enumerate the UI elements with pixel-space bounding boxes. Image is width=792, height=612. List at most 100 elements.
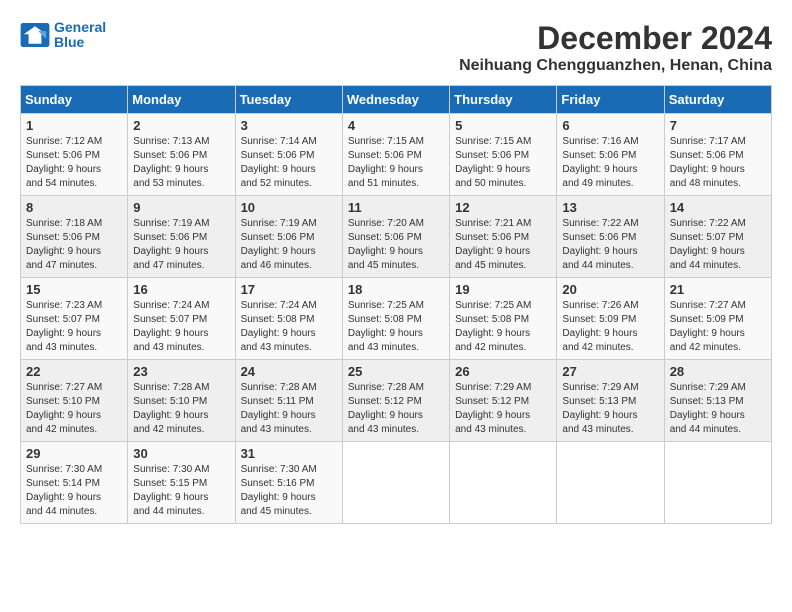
day-info: Sunrise: 7:22 AMSunset: 5:07 PMDaylight:…: [670, 217, 766, 273]
day-cell: 27 Sunrise: 7:29 AMSunset: 5:13 PMDayligh…: [557, 360, 664, 442]
day-cell: 19Sunrise: 7:25 AMSunset: 5:08 PMDayligh…: [450, 278, 557, 360]
day-cell: 5 Sunrise: 7:15 AMSunset: 5:06 PMDaylight…: [450, 114, 557, 196]
day-info: Sunrise: 7:18 AMSunset: 5:06 PMDaylight:…: [26, 217, 122, 273]
day-info: Sunrise: 7:29 AMSunset: 5:12 PMDaylight:…: [455, 381, 551, 437]
title-block: December 2024 Neihuang Chengguanzhen, He…: [459, 20, 772, 75]
month-title: December 2024: [459, 20, 772, 57]
day-number: 3: [241, 118, 337, 133]
day-info: Sunrise: 7:29 AMSunset: 5:13 PMDaylight:…: [670, 381, 766, 437]
day-number: 25: [348, 364, 444, 379]
day-info: Sunrise: 7:30 AMSunset: 5:15 PMDaylight:…: [133, 463, 229, 519]
day-cell: 29 Sunrise: 7:30 AMSunset: 5:14 PMDayligh…: [21, 442, 128, 524]
calendar-table: SundayMondayTuesdayWednesdayThursdayFrid…: [20, 85, 772, 524]
day-number: 7: [670, 118, 766, 133]
day-info: Sunrise: 7:15 AMSunset: 5:06 PMDaylight:…: [348, 135, 444, 191]
day-cell: 9 Sunrise: 7:19 AMSunset: 5:06 PMDaylight…: [128, 196, 235, 278]
day-number: 31: [241, 446, 337, 461]
header-sunday: Sunday: [21, 86, 128, 114]
day-info: Sunrise: 7:19 AMSunset: 5:06 PMDaylight:…: [133, 217, 229, 273]
day-cell: 13 Sunrise: 7:22 AMSunset: 5:06 PMDayligh…: [557, 196, 664, 278]
day-number: 11: [348, 200, 444, 215]
day-number: 18: [348, 282, 444, 297]
day-cell: 30 Sunrise: 7:30 AMSunset: 5:15 PMDayligh…: [128, 442, 235, 524]
header-thursday: Thursday: [450, 86, 557, 114]
day-number: 21: [670, 282, 766, 297]
day-number: 6: [562, 118, 658, 133]
day-info: Sunrise: 7:27 AMSunset: 5:10 PMDaylight:…: [26, 381, 122, 437]
day-number: 24: [241, 364, 337, 379]
day-cell: 3 Sunrise: 7:14 AMSunset: 5:06 PMDaylight…: [235, 114, 342, 196]
day-info: Sunrise: 7:29 AMSunset: 5:13 PMDaylight:…: [562, 381, 658, 437]
day-info: Sunrise: 7:28 AMSunset: 5:10 PMDaylight:…: [133, 381, 229, 437]
location-subtitle: Neihuang Chengguanzhen, Henan, China: [459, 57, 772, 75]
day-info: Sunrise: 7:24 AMSunset: 5:07 PMDaylight:…: [133, 299, 229, 355]
day-info: Sunrise: 7:24 AMSunset: 5:08 PMDaylight:…: [241, 299, 337, 355]
day-info: Sunrise: 7:28 AMSunset: 5:12 PMDaylight:…: [348, 381, 444, 437]
day-info: Sunrise: 7:14 AMSunset: 5:06 PMDaylight:…: [241, 135, 337, 191]
day-number: 10: [241, 200, 337, 215]
day-cell: 20 Sunrise: 7:26 AMSunset: 5:09 PMDayligh…: [557, 278, 664, 360]
day-cell: 2 Sunrise: 7:13 AMSunset: 5:06 PMDaylight…: [128, 114, 235, 196]
day-cell: 25 Sunrise: 7:28 AMSunset: 5:12 PMDayligh…: [342, 360, 449, 442]
day-info: Sunrise: 7:25 AMSunset: 5:08 PMDaylight:…: [455, 299, 551, 355]
week-row-3: 15Sunrise: 7:23 AMSunset: 5:07 PMDayligh…: [21, 278, 772, 360]
day-number: 20: [562, 282, 658, 297]
day-number: 5: [455, 118, 551, 133]
logo-line1: General: [54, 19, 106, 35]
logo-text: General Blue: [54, 20, 106, 51]
day-info: Sunrise: 7:21 AMSunset: 5:06 PMDaylight:…: [455, 217, 551, 273]
day-cell: [450, 442, 557, 524]
day-number: 13: [562, 200, 658, 215]
day-cell: 14Sunrise: 7:22 AMSunset: 5:07 PMDayligh…: [664, 196, 771, 278]
day-cell: 11Sunrise: 7:20 AMSunset: 5:06 PMDayligh…: [342, 196, 449, 278]
logo-line2: Blue: [54, 34, 84, 50]
day-number: 29: [26, 446, 122, 461]
logo: General Blue: [20, 20, 106, 51]
day-cell: 1Sunrise: 7:12 AMSunset: 5:06 PMDaylight…: [21, 114, 128, 196]
day-cell: 7 Sunrise: 7:17 AMSunset: 5:06 PMDaylight…: [664, 114, 771, 196]
day-cell: 10 Sunrise: 7:19 AMSunset: 5:06 PMDayligh…: [235, 196, 342, 278]
header-saturday: Saturday: [664, 86, 771, 114]
day-info: Sunrise: 7:28 AMSunset: 5:11 PMDaylight:…: [241, 381, 337, 437]
day-cell: 17 Sunrise: 7:24 AMSunset: 5:08 PMDayligh…: [235, 278, 342, 360]
day-info: Sunrise: 7:30 AMSunset: 5:16 PMDaylight:…: [241, 463, 337, 519]
header-row: SundayMondayTuesdayWednesdayThursdayFrid…: [21, 86, 772, 114]
day-number: 12: [455, 200, 551, 215]
day-info: Sunrise: 7:30 AMSunset: 5:14 PMDaylight:…: [26, 463, 122, 519]
day-cell: 21 Sunrise: 7:27 AMSunset: 5:09 PMDayligh…: [664, 278, 771, 360]
week-row-2: 8 Sunrise: 7:18 AMSunset: 5:06 PMDaylight…: [21, 196, 772, 278]
day-info: Sunrise: 7:27 AMSunset: 5:09 PMDaylight:…: [670, 299, 766, 355]
day-cell: 18Sunrise: 7:25 AMSunset: 5:08 PMDayligh…: [342, 278, 449, 360]
day-number: 17: [241, 282, 337, 297]
day-number: 27: [562, 364, 658, 379]
day-number: 15: [26, 282, 122, 297]
calendar-body: 1Sunrise: 7:12 AMSunset: 5:06 PMDaylight…: [21, 114, 772, 524]
day-info: Sunrise: 7:13 AMSunset: 5:06 PMDaylight:…: [133, 135, 229, 191]
day-number: 8: [26, 200, 122, 215]
header-tuesday: Tuesday: [235, 86, 342, 114]
week-row-1: 1Sunrise: 7:12 AMSunset: 5:06 PMDaylight…: [21, 114, 772, 196]
day-cell: 23 Sunrise: 7:28 AMSunset: 5:10 PMDayligh…: [128, 360, 235, 442]
day-number: 22: [26, 364, 122, 379]
day-cell: 22 Sunrise: 7:27 AMSunset: 5:10 PMDayligh…: [21, 360, 128, 442]
day-info: Sunrise: 7:15 AMSunset: 5:06 PMDaylight:…: [455, 135, 551, 191]
day-info: Sunrise: 7:22 AMSunset: 5:06 PMDaylight:…: [562, 217, 658, 273]
page-header: General Blue December 2024 Neihuang Chen…: [20, 20, 772, 75]
logo-icon: [20, 23, 50, 47]
day-number: 4: [348, 118, 444, 133]
day-info: Sunrise: 7:19 AMSunset: 5:06 PMDaylight:…: [241, 217, 337, 273]
week-row-4: 22 Sunrise: 7:27 AMSunset: 5:10 PMDayligh…: [21, 360, 772, 442]
day-cell: [342, 442, 449, 524]
day-info: Sunrise: 7:12 AMSunset: 5:06 PMDaylight:…: [26, 135, 122, 191]
day-info: Sunrise: 7:26 AMSunset: 5:09 PMDaylight:…: [562, 299, 658, 355]
day-number: 9: [133, 200, 229, 215]
day-number: 2: [133, 118, 229, 133]
day-number: 23: [133, 364, 229, 379]
day-number: 30: [133, 446, 229, 461]
day-cell: 8 Sunrise: 7:18 AMSunset: 5:06 PMDaylight…: [21, 196, 128, 278]
week-row-5: 29 Sunrise: 7:30 AMSunset: 5:14 PMDayligh…: [21, 442, 772, 524]
day-cell: 24 Sunrise: 7:28 AMSunset: 5:11 PMDayligh…: [235, 360, 342, 442]
header-monday: Monday: [128, 86, 235, 114]
day-info: Sunrise: 7:17 AMSunset: 5:06 PMDaylight:…: [670, 135, 766, 191]
day-number: 16: [133, 282, 229, 297]
